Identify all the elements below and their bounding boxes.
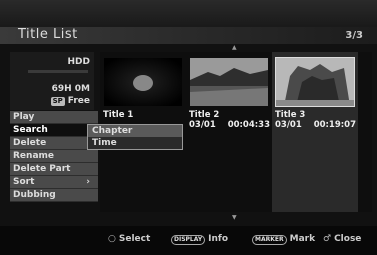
close-button-icon: ♂ (323, 234, 332, 244)
close-label: Close (334, 234, 362, 244)
record-mode: SP Free (50, 96, 90, 106)
menu-item-play[interactable]: Play (10, 111, 98, 124)
submenu-item-time[interactable]: Time (88, 137, 182, 149)
header: Title List 3/3 (0, 0, 377, 44)
title-name: Title 2 (189, 110, 220, 120)
menu-item-label: Dubbing (13, 190, 56, 200)
select-button-icon: ○ (108, 234, 116, 244)
menu-item-label: Delete Part (13, 164, 71, 174)
select-hint: ○ Select (108, 234, 150, 244)
options-menu: Play Search Delete Rename Delete Part So… (10, 111, 98, 202)
title-list-screen: Title List 3/3 ▲ HDD 69H 0M SP Free Play … (0, 0, 377, 255)
scroll-down-icon[interactable]: ▼ (232, 214, 237, 221)
remaining-time: 69H 0M (51, 84, 90, 94)
info-hint: DISPLAY Info (171, 234, 228, 245)
mode-label: Free (67, 96, 90, 106)
title-duration: 00:19:07 (313, 120, 356, 130)
footer-hints: ○ Select DISPLAY Info MARKER Mark ♂ Close (0, 226, 377, 255)
rock-scene-icon (275, 57, 355, 107)
menu-item-rename[interactable]: Rename (10, 150, 98, 163)
marker-key-icon: MARKER (252, 235, 287, 245)
chevron-right-icon: › (86, 177, 90, 187)
ball-scene-icon (104, 58, 182, 106)
info-label: Info (208, 234, 229, 244)
menu-item-label: Play (13, 112, 35, 122)
search-submenu: Chapter Time (87, 124, 183, 150)
title-duration: 00:04:33 (227, 120, 270, 130)
menu-item-label: Delete (13, 138, 47, 148)
device-label: HDD (67, 57, 90, 67)
page-indicator: 3/3 (345, 30, 363, 41)
menu-item-search[interactable]: Search (10, 124, 98, 137)
coast-scene-icon (190, 58, 268, 106)
menu-item-label: Sort (13, 177, 35, 187)
select-label: Select (118, 234, 151, 244)
page-title: Title List (18, 27, 78, 42)
menu-item-label: Search (13, 125, 48, 135)
title-name: Title 1 (103, 110, 134, 120)
display-key-icon: DISPLAY (171, 235, 206, 245)
menu-item-dubbing[interactable]: Dubbing (10, 189, 98, 202)
storage-info-panel: HDD 69H 0M SP Free (10, 52, 94, 110)
mode-badge: SP (50, 97, 65, 106)
submenu-item-chapter[interactable]: Chapter (88, 125, 182, 137)
title-tile[interactable]: Title 2 03/01 00:04:33 (186, 52, 272, 212)
title-tile-selected[interactable]: Title 3 03/01 00:19:07 (272, 52, 358, 212)
mark-label: Mark (289, 234, 316, 244)
menu-item-delete[interactable]: Delete (10, 137, 98, 150)
mark-hint: MARKER Mark (252, 234, 315, 245)
menu-item-delete-part[interactable]: Delete Part (10, 163, 98, 176)
title-date: 03/01 (189, 120, 216, 130)
title-date: 03/01 (275, 120, 302, 130)
capacity-bar (28, 70, 88, 73)
close-hint: ♂ Close (323, 234, 361, 244)
menu-item-label: Rename (13, 151, 54, 161)
scroll-up-icon[interactable]: ▲ (232, 44, 237, 51)
title-name: Title 3 (275, 110, 306, 120)
menu-item-sort[interactable]: Sort › (10, 176, 98, 189)
